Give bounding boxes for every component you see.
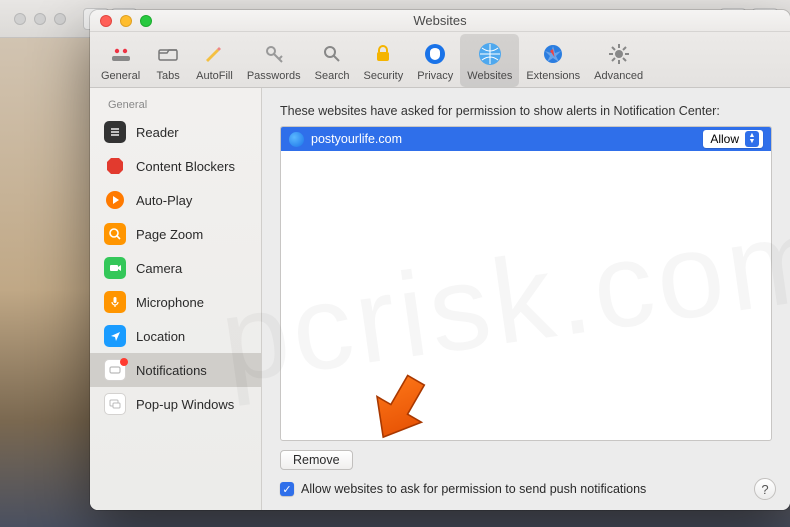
sidebar-item-page-zoom[interactable]: Page Zoom [90,217,261,251]
toolbar-label: Passwords [247,70,301,82]
general-icon [107,40,135,68]
privacy-icon [421,40,449,68]
passwords-icon [260,40,288,68]
outer-traffic-lights [14,13,66,25]
sidebar-item-label: Camera [136,261,182,276]
site-domain: postyourlife.com [311,132,402,146]
permission-value: Allow [710,132,739,146]
minimize-button[interactable] [120,15,132,27]
sidebar-item-label: Microphone [136,295,204,310]
toolbar-privacy[interactable]: Privacy [410,34,460,87]
help-button[interactable]: ? [754,478,776,500]
sidebar-item-auto-play[interactable]: Auto-Play [90,183,261,217]
toolbar-label: Advanced [594,70,643,82]
toolbar-tabs[interactable]: Tabs [147,34,189,87]
sidebar-item-reader[interactable]: Reader [90,115,261,149]
remove-button[interactable]: Remove [280,450,353,470]
extensions-icon [539,40,567,68]
titlebar: Websites [90,10,790,32]
location-icon [104,325,126,347]
outer-max-dot[interactable] [54,13,66,25]
outer-close-dot[interactable] [14,13,26,25]
window-title: Websites [413,13,466,28]
sidebar-item-notifications[interactable]: Notifications [90,353,261,387]
permission-dropdown[interactable]: Allow ▲▼ [703,130,763,148]
sidebar-item-popup-windows[interactable]: Pop-up Windows [90,387,261,421]
toolbar-search[interactable]: Search [308,34,357,87]
sidebar-item-microphone[interactable]: Microphone [90,285,261,319]
sidebar-item-label: Pop-up Windows [136,397,234,412]
autofill-icon [200,40,228,68]
websites-icon [476,40,504,68]
sidebar-item-label: Location [136,329,185,344]
notification-badge-icon [120,358,128,366]
site-favicon-icon [289,132,304,147]
toolbar-extensions[interactable]: Extensions [519,34,587,87]
toolbar-autofill[interactable]: AutoFill [189,34,240,87]
sidebar-item-label: Content Blockers [136,159,235,174]
toolbar-label: Search [315,70,350,82]
microphone-icon [104,291,126,313]
toolbar-security[interactable]: Security [356,34,410,87]
toolbar-label: AutoFill [196,70,233,82]
toolbar-label: Security [363,70,403,82]
zoom-button[interactable] [140,15,152,27]
sidebar-item-content-blockers[interactable]: Content Blockers [90,149,261,183]
toolbar: General Tabs AutoFill Passwords Search [90,32,790,88]
sidebar: General Reader Content Blockers Auto-Pla… [90,88,262,510]
toolbar-label: Websites [467,70,512,82]
reader-icon [104,121,126,143]
website-list[interactable]: postyourlife.com Allow ▲▼ pcrisk.com [280,126,772,441]
toolbar-general[interactable]: General [94,34,147,87]
toolbar-passwords[interactable]: Passwords [240,34,308,87]
sidebar-item-label: Page Zoom [136,227,203,242]
auto-play-icon [104,189,126,211]
sidebar-item-location[interactable]: Location [90,319,261,353]
content-blockers-icon [104,155,126,177]
toolbar-label: Tabs [157,70,180,82]
toolbar-label: Extensions [526,70,580,82]
sidebar-item-label: Notifications [136,363,207,378]
main-heading: These websites have asked for permission… [280,104,772,118]
search-icon [318,40,346,68]
sidebar-section-label: General [90,96,261,115]
toolbar-label: Privacy [417,70,453,82]
camera-icon [104,257,126,279]
close-button[interactable] [100,15,112,27]
tabs-icon [154,40,182,68]
checkbox-label: Allow websites to ask for permission to … [301,482,646,496]
allow-ask-row[interactable]: ✓ Allow websites to ask for permission t… [280,482,772,496]
watermark: pcrisk.com [280,188,772,410]
popup-windows-icon [104,393,126,415]
checkbox-checked-icon[interactable]: ✓ [280,482,294,496]
security-icon [369,40,397,68]
sidebar-item-label: Auto-Play [136,193,192,208]
main-pane: These websites have asked for permission… [262,88,790,510]
toolbar-advanced[interactable]: Advanced [587,34,650,87]
preferences-window: Websites General Tabs AutoFill Passwords [90,10,790,510]
advanced-icon [605,40,633,68]
toolbar-label: General [101,70,140,82]
website-row[interactable]: postyourlife.com Allow ▲▼ [281,127,771,151]
outer-min-dot[interactable] [34,13,46,25]
toolbar-websites[interactable]: Websites [460,34,519,87]
sidebar-item-label: Reader [136,125,179,140]
page-zoom-icon [104,223,126,245]
sidebar-item-camera[interactable]: Camera [90,251,261,285]
chevron-updown-icon: ▲▼ [745,131,759,147]
